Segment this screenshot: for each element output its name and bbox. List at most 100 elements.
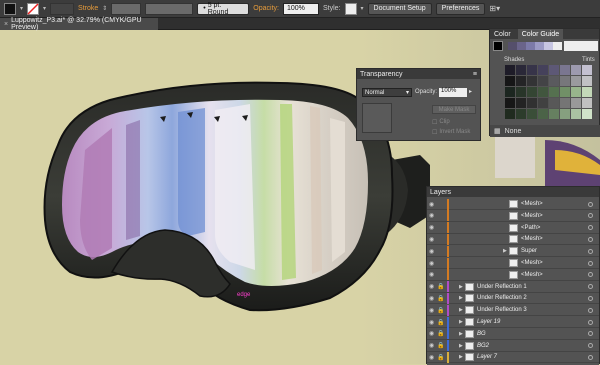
harmony-swatch[interactable]	[526, 42, 535, 50]
panel-menu-icon[interactable]: ≡	[473, 71, 477, 78]
target-circle-icon[interactable]	[588, 307, 593, 313]
layer-row[interactable]: ◉ <Mesh>	[427, 199, 599, 210]
layer-row[interactable]: ◉ <Mesh>	[427, 210, 599, 222]
harmony-swatch[interactable]	[544, 42, 553, 50]
layer-row[interactable]: ◉ ▶ Super	[427, 245, 599, 258]
tab-color-guide[interactable]: Color Guide	[517, 29, 564, 39]
layer-name[interactable]: <Mesh>	[521, 260, 543, 266]
visibility-eye-icon[interactable]: ◉	[429, 260, 437, 267]
harmony-swatch[interactable]	[553, 42, 562, 50]
layer-name[interactable]: Under Reflection 1	[477, 284, 527, 290]
color-variation-swatch[interactable]	[560, 76, 570, 86]
color-variation-swatch[interactable]	[571, 98, 581, 108]
target-circle-icon[interactable]	[588, 295, 593, 301]
target-circle-icon[interactable]	[588, 319, 593, 325]
color-variation-swatch[interactable]	[549, 87, 559, 97]
color-variation-swatch[interactable]	[516, 109, 526, 119]
target-circle-icon[interactable]	[588, 354, 593, 360]
color-variation-swatch[interactable]	[582, 98, 592, 108]
lock-toggle-icon[interactable]: 🔒	[437, 295, 445, 302]
fill-swatch[interactable]	[4, 2, 16, 15]
color-variation-swatch[interactable]	[505, 87, 515, 97]
lock-toggle-icon[interactable]: 🔒	[437, 319, 445, 326]
harmony-swatch[interactable]	[508, 42, 517, 50]
visibility-eye-icon[interactable]: ◉	[429, 283, 437, 290]
color-variation-swatch[interactable]	[505, 98, 515, 108]
placeholder-field[interactable]	[50, 2, 75, 15]
color-variation-swatch[interactable]	[527, 76, 537, 86]
target-circle-icon[interactable]	[588, 248, 593, 254]
layer-name[interactable]: <Path>	[521, 225, 540, 231]
blend-mode-dropdown[interactable]: Normal ▾	[362, 88, 412, 97]
color-variation-swatch[interactable]	[582, 109, 592, 119]
color-variation-swatch[interactable]	[582, 87, 592, 97]
harmony-swatch[interactable]	[535, 42, 544, 50]
invert-mask-checkbox[interactable]: ☐ Invert Mask	[432, 129, 470, 136]
lock-toggle-icon[interactable]: 🔒	[437, 283, 445, 290]
color-variation-swatch[interactable]	[549, 109, 559, 119]
color-variation-swatch[interactable]	[571, 87, 581, 97]
layer-row[interactable]: ◉ 🔒 ▶ Under Reflection 1	[427, 281, 599, 293]
color-variation-swatch[interactable]	[505, 76, 515, 86]
color-variation-swatch[interactable]	[527, 109, 537, 119]
visibility-eye-icon[interactable]: ◉	[429, 212, 437, 219]
close-tab-icon[interactable]: ×	[4, 21, 8, 28]
color-variation-swatch[interactable]	[560, 87, 570, 97]
color-variation-swatch[interactable]	[516, 98, 526, 108]
color-variation-swatch[interactable]	[516, 76, 526, 86]
visibility-eye-icon[interactable]: ◉	[429, 248, 437, 255]
color-variation-swatch[interactable]	[549, 76, 559, 86]
layer-name[interactable]: <Mesh>	[521, 236, 543, 242]
document-setup-button[interactable]: Document Setup	[367, 2, 432, 15]
target-circle-icon[interactable]	[588, 236, 593, 242]
clip-checkbox[interactable]: ☐ Clip	[432, 119, 450, 126]
lock-toggle-icon[interactable]: 🔒	[437, 354, 445, 361]
transparency-opacity-field[interactable]: 100%	[439, 88, 467, 97]
base-color-swatch[interactable]	[493, 41, 503, 51]
harmony-rules-dropdown[interactable]	[564, 41, 598, 51]
color-variation-swatch[interactable]	[538, 65, 548, 75]
brush-definition-dropdown[interactable]: • 5 pt. Round	[197, 2, 250, 16]
color-variation-swatch[interactable]	[549, 98, 559, 108]
target-circle-icon[interactable]	[588, 272, 593, 278]
layer-row[interactable]: ◉ 🔒 ▶ Under Reflection 3	[427, 304, 599, 317]
make-mask-button[interactable]: Make Mask	[432, 105, 476, 114]
color-variation-swatch[interactable]	[527, 87, 537, 97]
visibility-eye-icon[interactable]: ◉	[429, 236, 437, 243]
visibility-eye-icon[interactable]: ◉	[429, 295, 437, 302]
layer-name[interactable]: BG2	[477, 343, 489, 349]
swatch-library-icon[interactable]: ▦	[494, 127, 501, 135]
stroke-swatch[interactable]	[27, 2, 40, 15]
layer-row[interactable]: ◉ 🔒 ▶ BG2	[427, 340, 599, 352]
arrange-icon[interactable]: ⊞▾	[489, 4, 500, 13]
color-variation-swatch[interactable]	[505, 109, 515, 119]
visibility-eye-icon[interactable]: ◉	[429, 224, 437, 231]
opacity-label[interactable]: Opacity:	[253, 5, 279, 12]
color-variation-swatch[interactable]	[538, 98, 548, 108]
stroke-dropdown-icon[interactable]: ▾	[43, 5, 46, 12]
layer-row[interactable]: ◉ <Path>	[427, 222, 599, 234]
visibility-eye-icon[interactable]: ◉	[429, 319, 437, 326]
variable-width-field[interactable]	[145, 2, 194, 15]
layer-name[interactable]: Layer 7	[477, 354, 497, 360]
color-variation-swatch[interactable]	[527, 65, 537, 75]
visibility-eye-icon[interactable]: ◉	[429, 330, 437, 337]
visibility-eye-icon[interactable]: ◉	[429, 354, 437, 361]
layer-name[interactable]: <Mesh>	[521, 201, 543, 207]
layer-row[interactable]: ◉ 🔒 ▶ BG	[427, 328, 599, 340]
color-variation-swatch[interactable]	[527, 98, 537, 108]
layer-row[interactable]: ◉ 🔒 ▶ Layer 7	[427, 351, 599, 364]
color-variation-swatch[interactable]	[505, 65, 515, 75]
layer-name[interactable]: BG	[477, 331, 486, 337]
harmony-swatch[interactable]	[517, 42, 526, 50]
layer-row[interactable]: ◉ <Mesh>	[427, 257, 599, 269]
layer-name[interactable]: Super	[521, 248, 537, 254]
color-variation-swatch[interactable]	[516, 87, 526, 97]
layer-row[interactable]: ◉ <Mesh>	[427, 269, 599, 281]
harmony-strip[interactable]	[508, 42, 562, 50]
color-variation-swatch[interactable]	[549, 65, 559, 75]
color-variation-swatch[interactable]	[560, 109, 570, 119]
stroke-weight-field[interactable]	[111, 2, 142, 15]
layer-row[interactable]: ◉ <Mesh>	[427, 233, 599, 246]
tab-color[interactable]: Color	[490, 29, 515, 39]
